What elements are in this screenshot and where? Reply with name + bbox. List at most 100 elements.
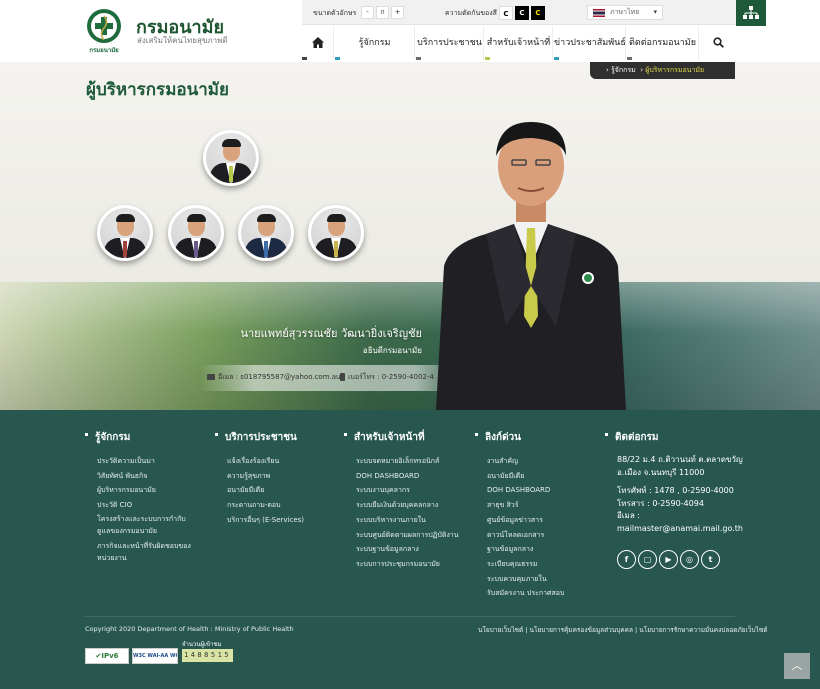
contact-fax: โทรสาร : 0-2590-4094 [617, 498, 704, 508]
wcag-badge: W3C WAI-AA WCAG 2.0 [132, 648, 178, 664]
nav-staff-label: สำหรับเจ้าหน้าที่ [486, 38, 551, 48]
footer-link[interactable]: ระบบยืมเงินด้วยบุคคลกลาง [344, 498, 459, 513]
footer-link[interactable]: ระบบบริหารงานภายใน [344, 513, 459, 528]
footer-col-title: รู้จักกรม [85, 430, 199, 445]
policy-links[interactable]: นโยบายเว็บไซต์ | นโยบายการคุ้มครองข้อมูล… [478, 625, 767, 635]
ipv6-badge: ✔IPv6 [85, 648, 129, 664]
director-portrait [436, 122, 626, 410]
search-icon [712, 37, 724, 48]
nav-staff[interactable]: สำหรับเจ้าหน้าที่ [485, 26, 553, 60]
contrast-dark-button[interactable]: C [515, 6, 529, 20]
footer-link[interactable]: งานสำคัญ [475, 454, 564, 469]
footer-link[interactable]: อนามัยมีเดีย [215, 483, 304, 498]
footer-link[interactable]: รับสมัครงาน ประกาศสอบ [475, 586, 564, 601]
footer-col-title: ลิงก์ด่วน [475, 430, 564, 445]
nav-news-label: ข่าวประชาสัมพันธ์ [554, 38, 626, 48]
page-title: ผู้บริหารกรมอนามัย [86, 80, 229, 100]
contact-email-label: อีเมล : [617, 511, 640, 520]
breadcrumb-home[interactable]: รู้จักกรม [611, 66, 636, 74]
language-select[interactable]: ภาษาไทย ▾ [587, 5, 663, 20]
footer-link[interactable]: บริการอื่นๆ (E-Services) [215, 513, 304, 528]
executive-avatar-deputy-4[interactable] [308, 205, 364, 261]
footer-link[interactable]: ภารกิจและหน้าที่รับผิดชอบของหน่วยงาน [85, 540, 199, 564]
nav-search[interactable] [700, 26, 736, 60]
director-phone-text: เบอร์โทร : 0-2590-4002-4 [348, 373, 434, 381]
nav-news[interactable]: ข่าวประชาสัมพันธ์ [554, 26, 626, 60]
director-position: อธิบดีกรมอนามัย [362, 346, 422, 355]
footer-col-quick-links: ลิงก์ด่วน งานสำคัญ อนามัยมีเดีย DOH DASH… [475, 430, 564, 601]
nav-home[interactable] [302, 26, 334, 60]
footer-link[interactable]: ระบบศูนย์ติดตามผลการปฏิบัติงาน [344, 528, 459, 543]
footer-link[interactable]: ศูนย์ข้อมูลข่าวสาร [475, 513, 564, 528]
footer-link[interactable]: ระบบควบคุมภายใน [475, 572, 564, 587]
instagram-icon[interactable]: ◎ [680, 550, 699, 569]
director-phone: เบอร์โทร : 0-2590-4002-4 [340, 372, 434, 383]
sitemap-button[interactable] [736, 0, 766, 26]
ipv6-badge-text: IPv6 [101, 652, 119, 660]
copyright-text: Copyright 2020 Department of Health : Mi… [85, 625, 294, 633]
footer-link[interactable]: ระเบียบคุณธรรม [475, 557, 564, 572]
contrast-yellow-button[interactable]: C [531, 6, 545, 20]
contact-address-line: อ.เมือง จ.นนทบุรี 11000 [617, 467, 705, 477]
contact-address-line: 88/22 ม.4 ถ.ติวานนท์ ต.ตลาดขวัญ [617, 455, 743, 464]
footer-link[interactable]: ความรู้สุขภาพ [215, 469, 304, 484]
language-value: ภาษาไทย [610, 8, 640, 16]
nav-contact[interactable]: ติดต่อกรมอนามัย [627, 26, 699, 60]
site-footer: รู้จักกรม ประวัติความเป็นมา วิสัยทัศน์ พ… [0, 410, 820, 689]
back-to-top-button[interactable]: ︿ [784, 653, 810, 679]
nav-about[interactable]: รู้จักกรม [335, 26, 415, 60]
nav-public-services-label: บริการประชาชน [417, 38, 482, 48]
footer-link[interactable]: แจ้งเรื่องร้องเรียน [215, 454, 304, 469]
footer-link[interactable]: ประวัติ CIO [85, 498, 199, 513]
breadcrumb: › รู้จักกรม › ผู้บริหารกรมอนามัย [590, 62, 735, 79]
footer-link[interactable]: สาธุข สิวร์ [475, 498, 564, 513]
main-nav: รู้จักกรม บริการประชาชน สำหรับเจ้าหน้าที… [302, 26, 766, 60]
breadcrumb-current: ผู้บริหารกรมอนามัย [645, 66, 705, 74]
contrast-normal-button[interactable]: C [499, 6, 513, 20]
facebook-icon[interactable]: f [617, 550, 636, 569]
nav-contact-label: ติดต่อกรมอนามัย [629, 38, 696, 48]
site-slogan: ส่งเสริมให้คนไทยสุขภาพดี [137, 36, 228, 45]
footer-link[interactable]: ดาวน์โหลดเอกสาร [475, 528, 564, 543]
font-decrease-button[interactable]: - [361, 6, 374, 19]
executive-avatar-director[interactable] [203, 130, 259, 186]
department-seal-logo[interactable]: กรมอนามัย [86, 8, 122, 54]
footer-divider [85, 616, 735, 617]
footer-link[interactable]: ประวัติความเป็นมา [85, 454, 199, 469]
footer-link[interactable]: ผู้บริหารกรมอนามัย [85, 483, 199, 498]
font-normal-button[interactable]: ก [376, 6, 389, 19]
footer-link[interactable]: วิสัยทัศน์ พันธกิจ [85, 469, 199, 484]
font-increase-button[interactable]: + [391, 6, 404, 19]
nav-about-label: รู้จักกรม [358, 38, 391, 48]
director-email: อีเมล : s018795587@yahoo.com.au [207, 372, 340, 383]
contrast-label: ความตัดกันของสี [445, 9, 497, 17]
footer-link[interactable]: ฐานข้อมูลกลาง [475, 542, 564, 557]
footer-link[interactable]: อนามัยมีเดีย [475, 469, 564, 484]
contact-email[interactable]: mailmaster@anamai.mail.go.th [605, 523, 765, 536]
line-icon[interactable]: ▢ [638, 550, 657, 569]
twitter-icon[interactable]: t [701, 550, 720, 569]
footer-link[interactable]: ระบบฐานข้อมูลกลาง [344, 542, 459, 557]
executive-avatar-deputy-2[interactable] [168, 205, 224, 261]
font-size-label: ขนาดตัวอักษร [313, 9, 357, 17]
chevron-up-icon: ︿ [791, 659, 803, 672]
phone-icon [340, 373, 345, 381]
footer-col-contact: ติดต่อกรม 88/22 ม.4 ถ.ติวานนท์ ต.ตลาดขวั… [605, 430, 765, 535]
accessibility-bar: ขนาดตัวอักษร - ก + ความตัดกันของสี C C C… [302, 0, 736, 25]
footer-col-public-services: บริการประชาชน แจ้งเรื่องร้องเรียน ความรู… [215, 430, 304, 528]
executive-avatar-deputy-1[interactable] [97, 205, 153, 261]
email-icon [207, 374, 215, 380]
footer-link[interactable]: ระบบงานบุคลากร [344, 483, 459, 498]
footer-link[interactable]: โครงสร้างและระบบการกำกับดูแลของกรมอนามัย [85, 513, 199, 537]
footer-link[interactable]: กระดานถาม-ตอบ [215, 498, 304, 513]
footer-col-staff: สำหรับเจ้าหน้าที่ ระบบจดหมายอิเล็กทรอนิก… [344, 430, 459, 572]
footer-link[interactable]: DOH DASHBOARD [475, 483, 564, 498]
footer-link[interactable]: ระบบจดหมายอิเล็กทรอนิกส์ [344, 454, 459, 469]
footer-link[interactable]: ระบบการประชุมกรมอนามัย [344, 557, 459, 572]
home-icon [311, 37, 324, 48]
footer-link[interactable]: DOH DASHBOARD [344, 469, 459, 484]
youtube-icon[interactable]: ▶ [659, 550, 678, 569]
executive-avatar-deputy-3[interactable] [238, 205, 294, 261]
nav-public-services[interactable]: บริการประชาชน [416, 26, 484, 60]
director-name: นายแพทย์สุวรรณชัย วัฒนายิ่งเจริญชัย [240, 327, 422, 340]
